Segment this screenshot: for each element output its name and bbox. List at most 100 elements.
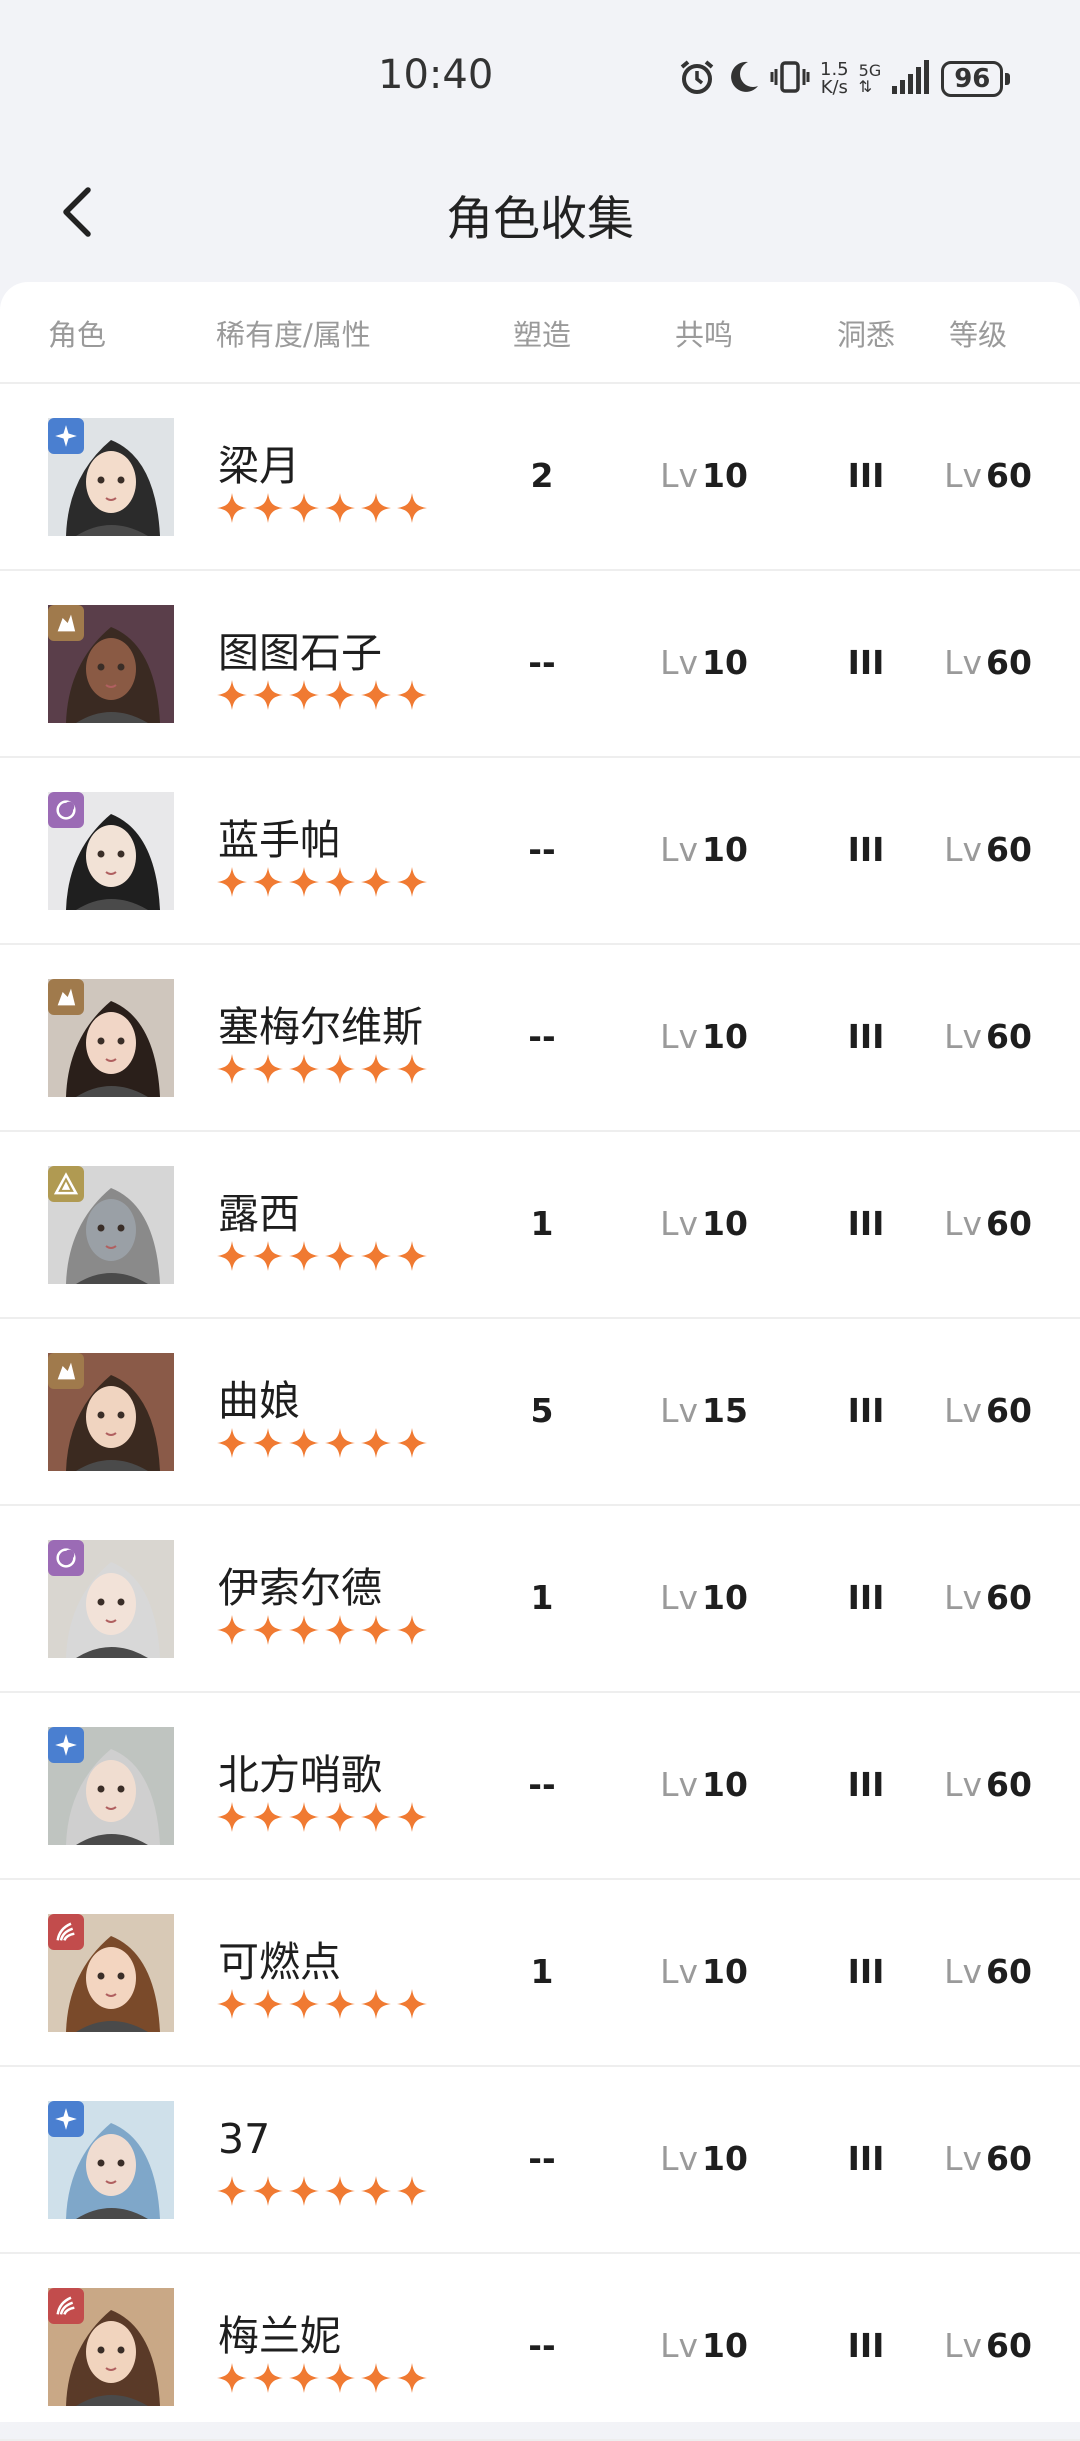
character-avatar: [48, 1540, 174, 1658]
rarity-star-icon: [396, 2362, 428, 2394]
resonance-value: Lv 10: [660, 643, 748, 682]
rarity-stars: [216, 1988, 428, 2020]
rarity-stars: [216, 2175, 428, 2207]
forge-value: 1: [530, 1578, 554, 1617]
rarity-stars: [216, 2362, 428, 2394]
rarity-star-icon: [360, 1614, 392, 1646]
insight-value: III: [847, 456, 885, 495]
forge-value: --: [528, 1765, 556, 1804]
rarity-star-icon: [324, 866, 356, 898]
forge-value: 1: [530, 1952, 554, 1991]
status-bar: 10:40 1.5 K/s 5G ⇅ 96: [0, 0, 1080, 150]
star-sparkle-icon: [48, 1727, 84, 1763]
rarity-stars: [216, 679, 428, 711]
forge-value: 1: [530, 1204, 554, 1243]
character-name: 伊索尔德: [218, 1564, 382, 1612]
table-row[interactable]: 图图石子 -- Lv 10 III Lv 60: [0, 571, 1080, 758]
rarity-star-icon: [288, 2362, 320, 2394]
rarity-star-icon: [360, 2175, 392, 2207]
network-type: 5G ⇅: [858, 61, 882, 96]
column-insight: 洞悉: [836, 318, 896, 352]
rarity-star-icon: [288, 1614, 320, 1646]
resonance-value: Lv 10: [660, 2139, 748, 2178]
rarity-star-icon: [324, 1988, 356, 2020]
resonance-value: Lv 10: [660, 830, 748, 869]
table-row[interactable]: 梁月 2 Lv 10 III Lv 60: [0, 384, 1080, 571]
resonance-value: Lv 10: [660, 1204, 748, 1243]
level-value: Lv 60: [944, 830, 1032, 869]
resonance-value: Lv 10: [660, 1017, 748, 1056]
character-avatar: [48, 1353, 174, 1471]
moon-icon: [726, 58, 760, 100]
table-row[interactable]: 北方哨歌 -- Lv 10 III Lv 60: [0, 1693, 1080, 1880]
insight-value: III: [847, 1391, 885, 1430]
rarity-star-icon: [360, 2362, 392, 2394]
rarity-stars: [216, 492, 428, 524]
mineral-icon: [48, 605, 84, 641]
table-row[interactable]: 37 -- Lv 10 III Lv 60: [0, 2067, 1080, 2254]
character-avatar: [48, 1914, 174, 2032]
column-forge: 塑造: [512, 318, 572, 352]
rarity-star-icon: [252, 866, 284, 898]
rarity-stars: [216, 1614, 428, 1646]
crescent-icon: [48, 792, 84, 828]
table-row[interactable]: 伊索尔德 1 Lv 10 III Lv 60: [0, 1506, 1080, 1693]
rarity-star-icon: [288, 866, 320, 898]
forge-value: 5: [530, 1391, 554, 1430]
rarity-star-icon: [396, 866, 428, 898]
character-avatar: [48, 2288, 174, 2406]
table-row[interactable]: 蓝手帕 -- Lv 10 III Lv 60: [0, 758, 1080, 945]
level-value: Lv 60: [944, 2139, 1032, 2178]
rarity-star-icon: [252, 492, 284, 524]
table-row[interactable]: 梅兰妮 -- Lv 10 III Lv 60: [0, 2254, 1080, 2441]
pyramid-icon: [48, 1166, 84, 1202]
table-body: 梁月 2 Lv 10 III Lv 60 图图石子 -- Lv 10 III Lv 60 蓝手帕 -- Lv 10…: [0, 384, 1080, 2441]
signal-icon: [891, 58, 931, 100]
rarity-star-icon: [216, 1614, 248, 1646]
level-value: Lv 60: [944, 643, 1032, 682]
rarity-star-icon: [324, 2175, 356, 2207]
forge-value: --: [528, 2326, 556, 2365]
character-name: 曲娘: [218, 1377, 300, 1425]
level-value: Lv 60: [944, 1952, 1032, 1991]
character-name: 露西: [218, 1190, 300, 1238]
resonance-value: Lv 15: [660, 1391, 748, 1430]
table-row[interactable]: 塞梅尔维斯 -- Lv 10 III Lv 60: [0, 945, 1080, 1132]
table-row[interactable]: 可燃点 1 Lv 10 III Lv 60: [0, 1880, 1080, 2067]
rarity-star-icon: [396, 1988, 428, 2020]
level-value: Lv 60: [944, 1204, 1032, 1243]
rarity-stars: [216, 1053, 428, 1085]
rarity-stars: [216, 1427, 428, 1459]
table-row[interactable]: 露西 1 Lv 10 III Lv 60: [0, 1132, 1080, 1319]
rarity-star-icon: [396, 1053, 428, 1085]
status-icons: 1.5 K/s 5G ⇅ 96: [678, 55, 1011, 103]
rarity-star-icon: [324, 1614, 356, 1646]
rarity-star-icon: [252, 1614, 284, 1646]
insight-value: III: [847, 2326, 885, 2365]
rarity-star-icon: [396, 1801, 428, 1833]
alarm-icon: [678, 58, 716, 100]
rarity-star-icon: [360, 1240, 392, 1272]
forge-value: --: [528, 830, 556, 869]
character-name: 塞梅尔维斯: [218, 1003, 423, 1051]
rarity-star-icon: [360, 1053, 392, 1085]
table-header: 角色 稀有度/属性 塑造 共鸣 洞悉 等级: [0, 282, 1080, 384]
rarity-star-icon: [288, 679, 320, 711]
character-avatar: [48, 2101, 174, 2219]
table-row[interactable]: 曲娘 5 Lv 15 III Lv 60: [0, 1319, 1080, 1506]
forge-value: --: [528, 2139, 556, 2178]
page-title: 角色收集: [446, 192, 634, 247]
resonance-value: Lv 10: [660, 2326, 748, 2365]
mineral-icon: [48, 1353, 84, 1389]
column-level: 等级: [948, 318, 1008, 352]
rarity-star-icon: [216, 2362, 248, 2394]
character-avatar: [48, 1166, 174, 1284]
rarity-star-icon: [324, 492, 356, 524]
nav-bar: 角色收集: [0, 150, 1080, 280]
level-value: Lv 60: [944, 456, 1032, 495]
insight-value: III: [847, 1578, 885, 1617]
rarity-star-icon: [360, 866, 392, 898]
rarity-star-icon: [324, 1801, 356, 1833]
level-value: Lv 60: [944, 1391, 1032, 1430]
vibrate-icon: [770, 58, 810, 100]
